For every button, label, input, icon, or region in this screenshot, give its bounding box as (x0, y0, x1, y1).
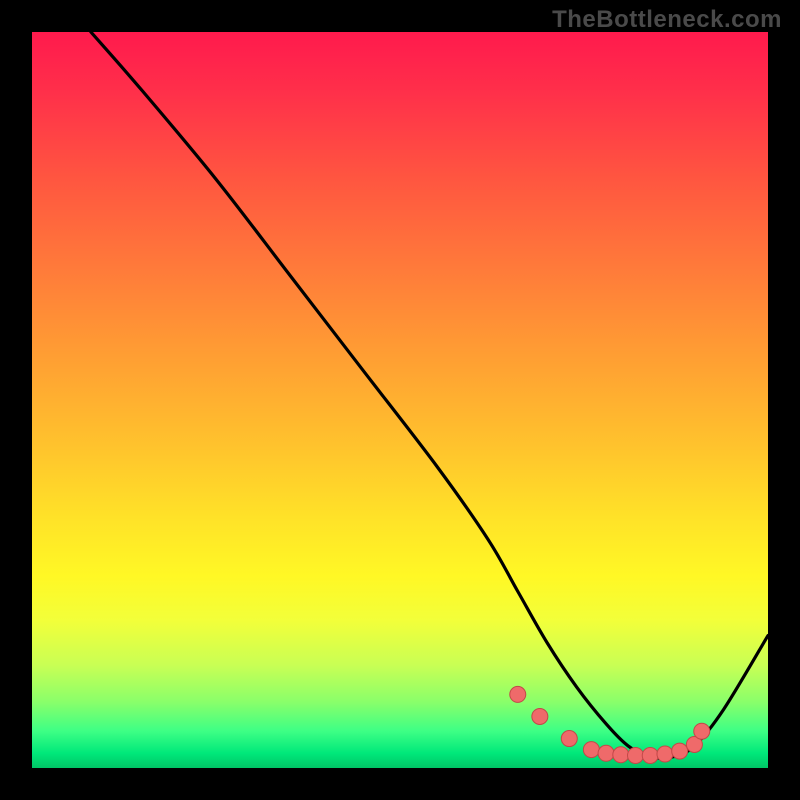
highlight-dot (598, 745, 614, 761)
chart-frame: TheBottleneck.com (0, 0, 800, 800)
highlight-dot (561, 731, 577, 747)
bottleneck-curve (91, 32, 768, 758)
highlight-dot (510, 686, 526, 702)
highlight-dots-group (510, 686, 710, 763)
highlight-dot (694, 723, 710, 739)
plot-area (32, 32, 768, 768)
highlight-dot (642, 747, 658, 763)
highlight-dot (657, 746, 673, 762)
highlight-dot (532, 708, 548, 724)
watermark-text: TheBottleneck.com (552, 6, 782, 34)
curve-svg (32, 32, 768, 768)
highlight-dot (583, 742, 599, 758)
highlight-dot (672, 743, 688, 759)
highlight-dot (628, 747, 644, 763)
highlight-dot (613, 747, 629, 763)
